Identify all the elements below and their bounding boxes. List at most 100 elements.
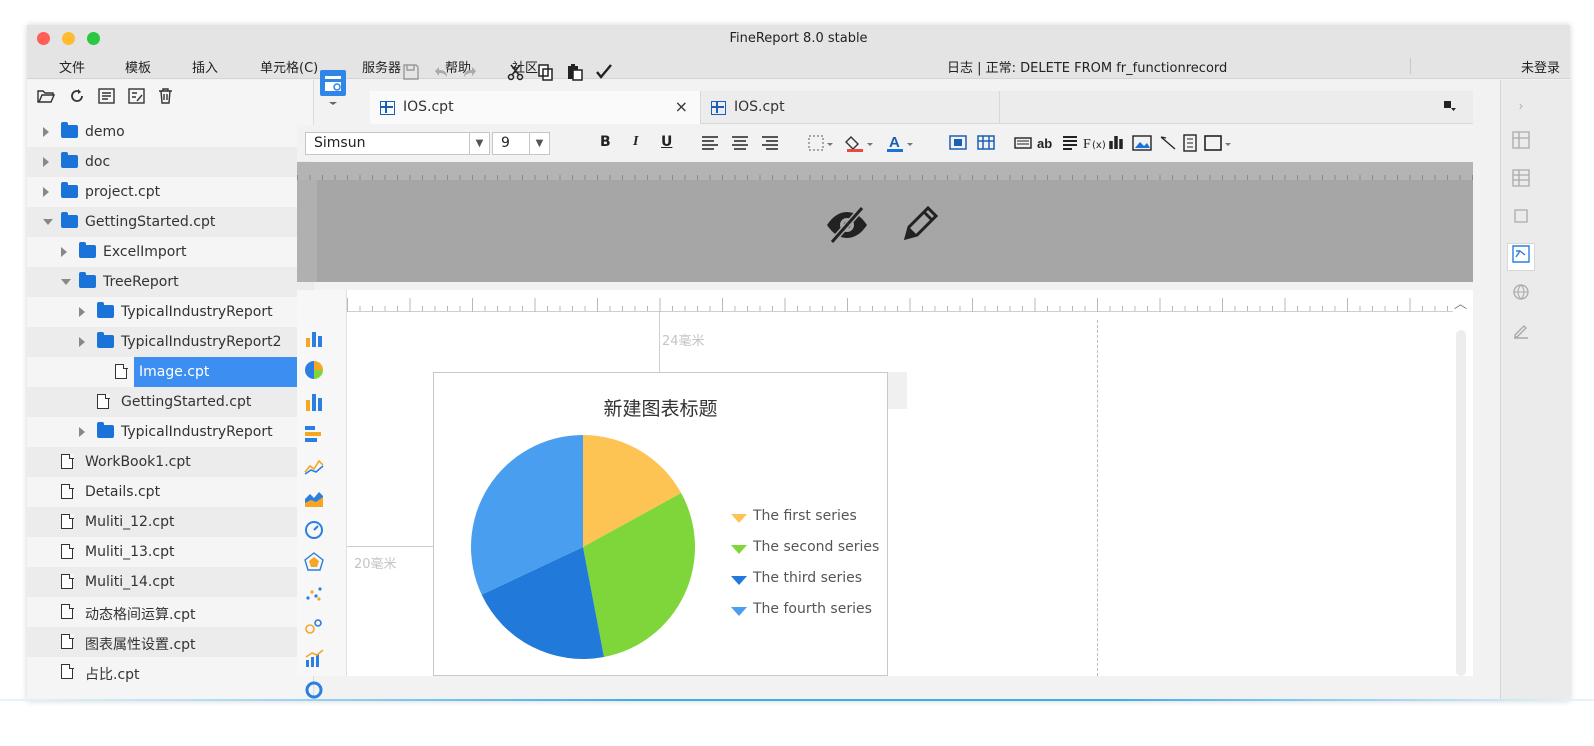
tree-folder-item[interactable]: ExcelImport (27, 237, 314, 267)
gauge-chart-icon[interactable] (304, 520, 324, 540)
chevron-right-icon[interactable] (79, 307, 85, 317)
chevron-right-icon[interactable] (43, 127, 49, 137)
tree-file-item[interactable]: Details.cpt (27, 477, 314, 507)
combo-chart-icon[interactable] (304, 648, 324, 668)
insert-element-icons[interactable]: ab F (x) (949, 133, 1299, 153)
tree-file-item[interactable]: WorkBook1.cpt (27, 447, 314, 477)
border-color-icons[interactable]: A (807, 133, 937, 153)
bold-button[interactable]: B (600, 134, 611, 150)
band-ruler (297, 162, 1473, 180)
file-icon (61, 603, 74, 619)
scatter-chart-icon[interactable] (304, 584, 324, 604)
legend-swatch (731, 576, 747, 585)
chart-attributes-icon[interactable] (1507, 243, 1535, 271)
copy-icon[interactable] (536, 63, 556, 85)
chevron-down-icon[interactable] (61, 279, 71, 285)
column-chart-icon[interactable] (304, 328, 324, 348)
bubble-chart-icon[interactable] (304, 616, 324, 636)
new-template-button[interactable] (318, 68, 348, 108)
paste-icon[interactable] (565, 63, 585, 85)
save-icon[interactable] (401, 63, 421, 85)
tree-file-item[interactable]: Muliti_14.cpt (27, 567, 314, 597)
svg-text:A: A (889, 134, 900, 151)
tree-file-item[interactable]: 图表属性设置.cpt (27, 627, 314, 657)
pie-chart-icon[interactable] (304, 360, 324, 380)
area-chart-icon[interactable] (304, 488, 324, 508)
properties-icon[interactable] (97, 88, 115, 105)
folder-icon (61, 152, 78, 168)
tab-ios[interactable]: IOS.cpt (700, 91, 1000, 124)
menu-file[interactable]: 文件 (59, 57, 85, 76)
undo-icon[interactable] (431, 63, 451, 85)
tree-file-item[interactable]: Muliti_13.cpt (27, 537, 314, 567)
tree-folder-item[interactable]: project.cpt (27, 177, 314, 207)
cell-element-icon[interactable] (1507, 168, 1535, 196)
tree-file-item[interactable]: 占比.cpt (27, 657, 314, 687)
refresh-icon[interactable] (68, 88, 86, 105)
tree-folder-item[interactable]: TypicalIndustryReport (27, 417, 314, 447)
radar-chart-icon[interactable] (304, 552, 324, 572)
font-size-select[interactable]: 9 ▼ (492, 132, 550, 155)
horizontal-bar-chart-icon[interactable] (304, 424, 324, 444)
tree-folder-item[interactable]: GettingStarted.cpt (27, 207, 314, 237)
cut-icon[interactable] (506, 63, 526, 85)
tree-file-item[interactable]: GettingStarted.cpt (27, 387, 314, 417)
hyperlink-icon[interactable] (1507, 282, 1535, 310)
underline-button[interactable]: U (661, 134, 672, 150)
tree-item-label: 图表属性设置.cpt (85, 637, 196, 653)
edit-template-icon[interactable] (127, 88, 145, 105)
chart-type-palette (297, 290, 347, 699)
collapse-right-icon[interactable]: › (1507, 92, 1535, 120)
legend-label: The first series (753, 508, 857, 524)
line-chart-icon[interactable] (304, 456, 324, 476)
edit-pen-icon[interactable] (1507, 320, 1535, 348)
band-side-ruler (297, 180, 317, 282)
chevron-right-icon[interactable] (43, 157, 49, 167)
horizontal-ruler-major (347, 290, 1453, 312)
tree-item-label: TypicalIndustryReport (121, 304, 273, 320)
tree-folder-item[interactable]: TypicalIndustryReport2 (27, 327, 314, 357)
tree-file-item[interactable]: 动态格间运算.cpt (27, 597, 314, 627)
scroll-up-icon[interactable]: ︿ (1454, 293, 1467, 312)
menu-template[interactable]: 模板 (125, 57, 151, 76)
chevron-right-icon[interactable] (79, 337, 85, 347)
bar-chart-icon[interactable] (304, 392, 324, 412)
delete-icon[interactable] (156, 88, 174, 105)
tree-folder-item[interactable]: doc (27, 147, 314, 177)
vertical-scrollbar[interactable] (1456, 330, 1466, 676)
legend-swatch (731, 607, 747, 616)
redo-icon[interactable] (460, 63, 480, 85)
tree-folder-item[interactable]: TreeReport (27, 267, 314, 297)
template-icon (380, 101, 395, 115)
file-icon (61, 453, 74, 469)
tab-ios-active[interactable]: IOS.cpt × (370, 91, 700, 124)
open-folder-icon[interactable] (37, 88, 56, 105)
chevron-down-icon[interactable] (43, 219, 53, 225)
legend-label: The third series (753, 570, 863, 586)
close-tab-icon[interactable]: × (675, 97, 688, 116)
font-family-select[interactable]: Simsun ▼ (305, 132, 490, 155)
donut-chart-icon[interactable] (304, 680, 324, 700)
chevron-right-icon[interactable] (43, 187, 49, 197)
cell-attributes-icon[interactable] (1507, 130, 1535, 158)
format-painter-icon[interactable] (594, 63, 614, 85)
hide-eye-icon[interactable] (824, 204, 870, 246)
tree-file-item[interactable]: Image.cpt (27, 357, 314, 387)
menu-insert[interactable]: 插入 (192, 57, 218, 76)
float-element-icon[interactable] (1507, 206, 1535, 234)
tree-folder-item[interactable]: TypicalIndustryReport (27, 297, 314, 327)
tree-item-label: TypicalIndustryReport (121, 424, 273, 440)
tree-file-item[interactable]: Muliti_12.cpt (27, 507, 314, 537)
ruler-top-label: 24毫米 (662, 334, 705, 349)
folder-icon (79, 242, 96, 258)
edit-pencil-icon[interactable] (900, 204, 940, 244)
file-tree-panel: demo doc project.cpt GettingStarted.cpt Exce… (27, 80, 314, 701)
alignment-icons[interactable] (701, 135, 781, 151)
tab-list-dropdown-icon[interactable] (1443, 100, 1457, 115)
chevron-right-icon[interactable] (79, 427, 85, 437)
chevron-right-icon[interactable] (61, 247, 67, 257)
tree-folder-item[interactable]: demo (27, 117, 314, 147)
pie-chart[interactable]: 新建图表标题 The first series The second series… (433, 372, 888, 676)
login-status[interactable]: 未登录 (1521, 57, 1560, 76)
italic-button[interactable]: I (633, 134, 638, 150)
